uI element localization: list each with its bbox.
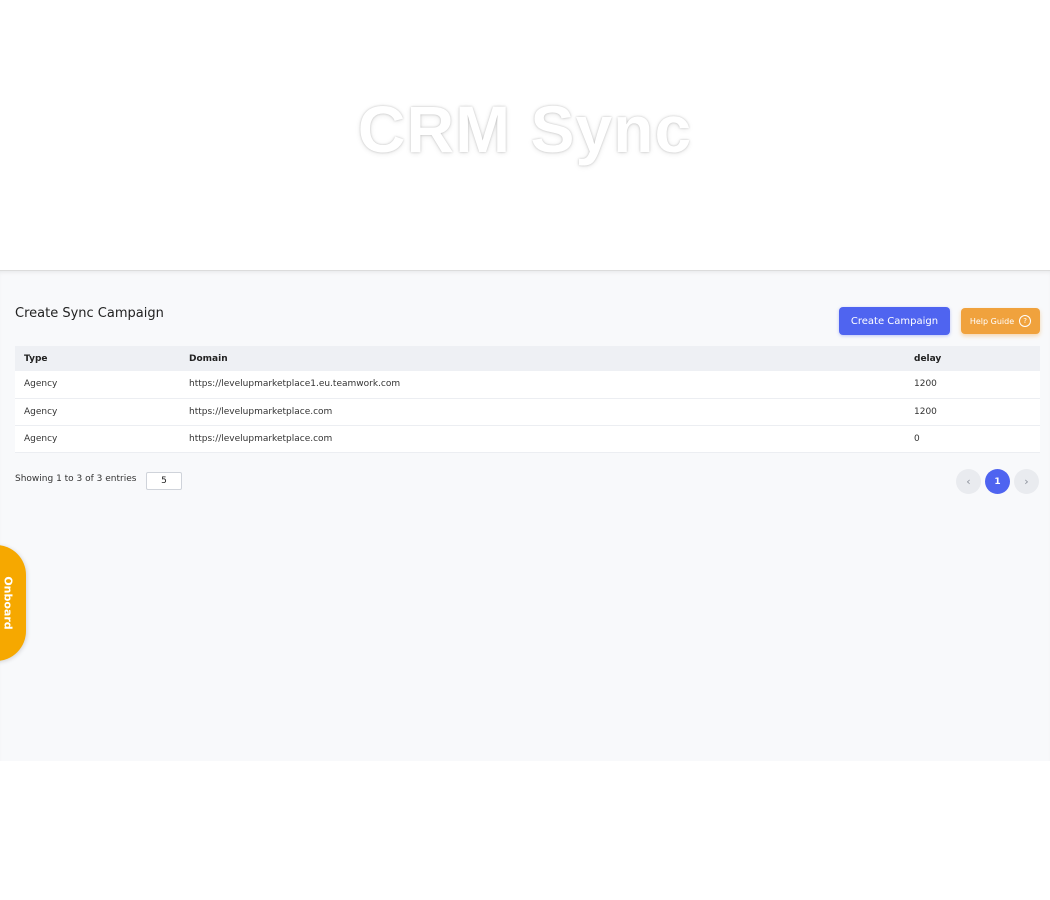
cell-delay: 0 xyxy=(914,433,920,444)
cell-domain: https://levelupmarketplace.com xyxy=(189,406,333,417)
cell-delay: 1200 xyxy=(914,406,937,417)
cell-domain: https://levelupmarketplace.com xyxy=(189,433,333,444)
cell-type: Agency xyxy=(24,379,58,390)
table-row[interactable]: Agency https://levelupmarketplace.com 12… xyxy=(15,398,1040,425)
campaign-table: Type Domain delay Agency https://levelup… xyxy=(15,346,1040,453)
table-row[interactable]: Agency https://levelupmarketplace1.eu.te… xyxy=(15,371,1040,398)
page-1-button[interactable]: 1 xyxy=(985,469,1010,494)
help-guide-button[interactable]: Help Guide ? xyxy=(961,308,1040,334)
page-title: Create Sync Campaign xyxy=(15,306,164,321)
chevron-right-icon[interactable]: › xyxy=(1014,469,1039,494)
onboard-tab[interactable]: Onboard xyxy=(0,545,26,661)
help-guide-label: Help Guide xyxy=(969,316,1015,326)
create-campaign-button[interactable]: Create Campaign xyxy=(839,307,950,335)
column-header-domain[interactable]: Domain xyxy=(180,346,905,371)
column-header-type[interactable]: Type xyxy=(15,346,180,371)
table-header-row: Type Domain delay xyxy=(15,346,1040,371)
main-panel: Create Sync Campaign Create Campaign Hel… xyxy=(0,270,1050,761)
onboard-label: Onboard xyxy=(1,576,15,630)
page-size-select[interactable]: 5 xyxy=(146,472,182,490)
chevron-left-icon[interactable]: ‹ xyxy=(956,469,981,494)
cell-delay: 1200 xyxy=(914,379,937,390)
cell-type: Agency xyxy=(24,406,58,417)
column-header-delay[interactable]: delay xyxy=(905,346,1040,371)
hero-banner: CRM Sync xyxy=(0,0,1050,270)
cell-domain: https://levelupmarketplace1.eu.teamwork.… xyxy=(189,379,401,390)
hero-title: CRM Sync xyxy=(357,92,693,166)
table-row[interactable]: Agency https://levelupmarketplace.com 0 xyxy=(15,425,1040,452)
help-circle-icon: ? xyxy=(1019,315,1032,327)
cell-type: Agency xyxy=(24,433,58,444)
entries-info: Showing 1 to 3 of 3 entries xyxy=(15,474,137,484)
